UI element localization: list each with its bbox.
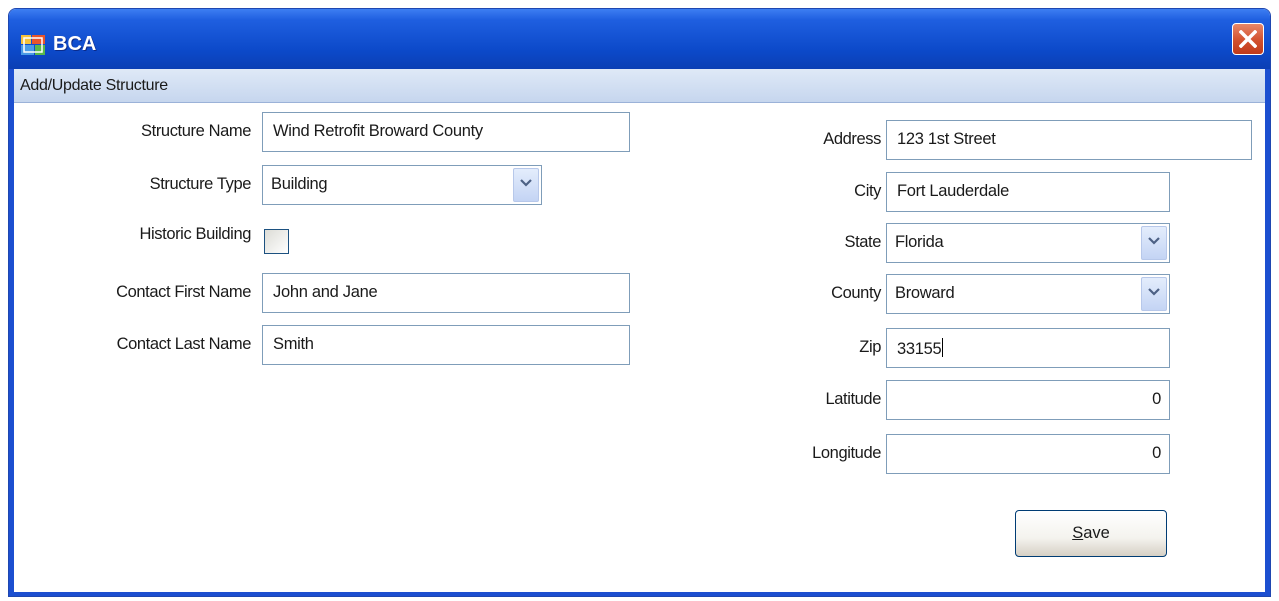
- historic-building-checkbox[interactable]: [264, 229, 289, 254]
- city-label: City: [854, 182, 881, 200]
- chevron-down-icon: [520, 179, 532, 187]
- longitude-input[interactable]: 0: [886, 434, 1170, 474]
- contact-first-name-label: Contact First Name: [116, 283, 251, 301]
- zip-label: Zip: [859, 338, 881, 356]
- window-frame-right: [1265, 69, 1270, 596]
- save-accelerator: S: [1072, 524, 1084, 542]
- contact-last-name-input[interactable]: Smith: [262, 325, 630, 365]
- latitude-input[interactable]: 0: [886, 380, 1170, 420]
- structure-type-dropdown-button[interactable]: [513, 168, 539, 202]
- section-title: Add/Update Structure: [20, 77, 168, 94]
- address-input[interactable]: 123 1st Street: [886, 120, 1252, 160]
- state-select[interactable]: Florida: [886, 223, 1170, 263]
- close-icon: [1239, 30, 1257, 48]
- bca-window: BCA Add/Update Structure Structure Name …: [8, 8, 1271, 597]
- form-panel: Add/Update Structure Structure Name Wind…: [14, 69, 1265, 592]
- county-label: County: [831, 284, 881, 302]
- address-label: Address: [823, 130, 881, 148]
- save-label: ave: [1083, 524, 1110, 542]
- structure-type-label: Structure Type: [149, 175, 252, 193]
- chevron-down-icon: [1148, 237, 1160, 245]
- section-header: Add/Update Structure: [14, 69, 1265, 103]
- zip-input[interactable]: 33155: [886, 328, 1170, 368]
- county-select[interactable]: Broward: [886, 274, 1170, 314]
- state-value: Florida: [895, 233, 944, 251]
- state-label: State: [844, 233, 881, 251]
- text-caret: [942, 338, 944, 357]
- structure-type-value: Building: [271, 175, 328, 193]
- state-dropdown-button[interactable]: [1141, 226, 1167, 260]
- close-button[interactable]: [1232, 23, 1264, 55]
- longitude-label: Longitude: [812, 444, 881, 462]
- chevron-down-icon: [1148, 288, 1160, 296]
- title-bar[interactable]: BCA: [9, 9, 1270, 69]
- save-button[interactable]: Save: [1015, 510, 1167, 557]
- county-dropdown-button[interactable]: [1141, 277, 1167, 311]
- city-input[interactable]: Fort Lauderdale: [886, 172, 1170, 212]
- app-icon: [21, 35, 45, 55]
- county-value: Broward: [895, 284, 955, 302]
- contact-last-name-label: Contact Last Name: [116, 335, 252, 353]
- structure-name-label: Structure Name: [141, 122, 251, 140]
- window-title: BCA: [53, 33, 97, 55]
- structure-name-input[interactable]: Wind Retrofit Broward County: [262, 112, 630, 152]
- historic-building-label: Historic Building: [139, 225, 252, 243]
- structure-type-select[interactable]: Building: [262, 165, 542, 205]
- zip-value: 33155: [897, 340, 942, 358]
- latitude-label: Latitude: [825, 390, 881, 408]
- contact-first-name-input[interactable]: John and Jane: [262, 273, 630, 313]
